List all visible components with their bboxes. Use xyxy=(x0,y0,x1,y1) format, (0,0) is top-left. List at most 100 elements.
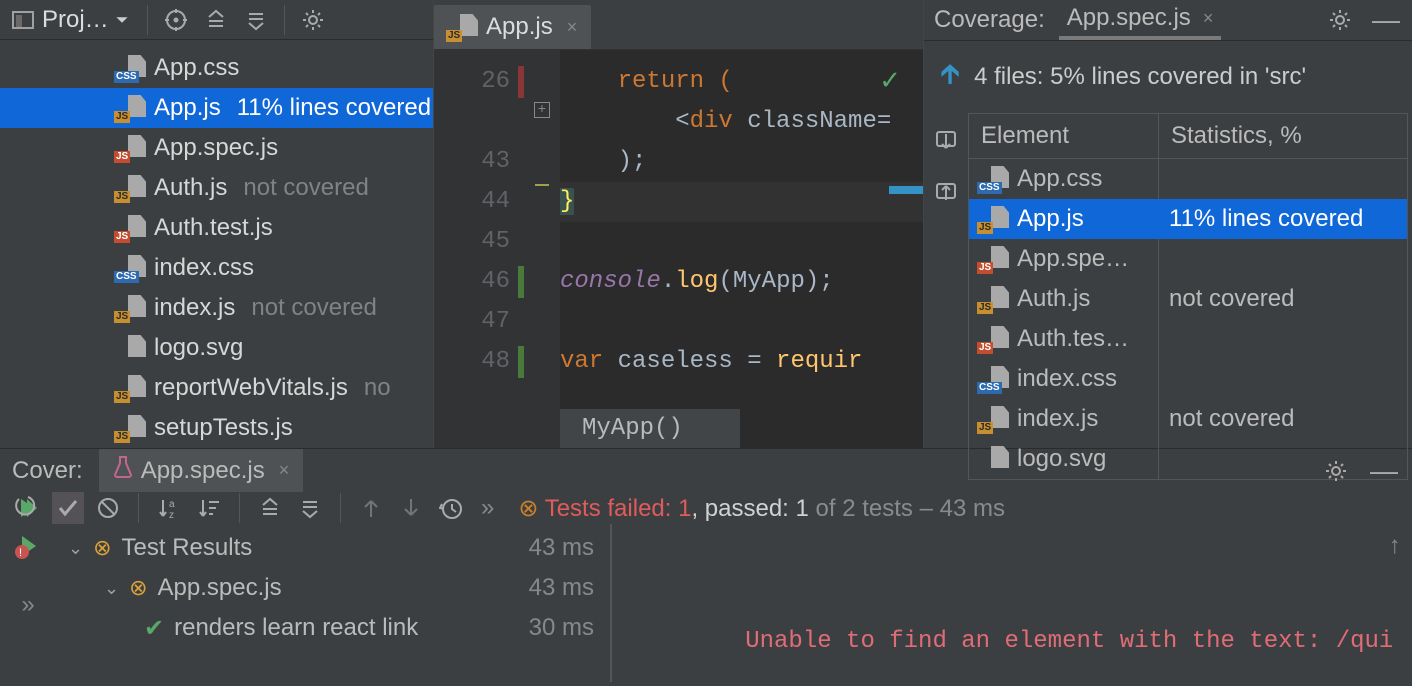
scroll-to-top-icon[interactable]: ↑ xyxy=(1388,534,1402,561)
coverage-table-header: Element Statistics, % xyxy=(969,114,1407,159)
coverage-row[interactable]: JS App.spe… xyxy=(969,239,1407,279)
code-area[interactable]: ✓ return ( <div className= ); } console.… xyxy=(560,50,923,448)
expand-all-icon[interactable] xyxy=(200,4,232,36)
coverage-row[interactable]: CSSApp.css xyxy=(969,159,1407,199)
js-file-icon: JS xyxy=(116,175,146,201)
hide-panel-icon[interactable]: — xyxy=(1370,4,1402,36)
coverage-hint: 11% lines covered xyxy=(237,94,431,122)
tree-item[interactable]: CSS index.css xyxy=(0,248,433,288)
node-label: Test Results xyxy=(122,534,253,562)
js-file-icon: JS xyxy=(448,14,478,40)
editor-body[interactable]: 26 43 44 45 46 47 48 + ✓ return ( <div c… xyxy=(434,50,923,448)
project-selector[interactable]: Proj… xyxy=(6,4,135,36)
coverage-row[interactable]: JSAuth.tes… xyxy=(969,319,1407,359)
test-tree[interactable]: ⌄ ⊗ Test Results 43 ms ⌄ ⊗ App.spec.js 4… xyxy=(56,524,612,682)
editor-tab-label: App.js xyxy=(486,13,553,41)
tree-item[interactable]: JSreportWebVitals.jsno xyxy=(0,368,433,408)
flatten-packages-icon[interactable] xyxy=(930,125,962,157)
editor-panel: JS App.js × 26 43 44 45 46 47 48 + ✓ xyxy=(433,0,924,448)
css-file-icon: CSS xyxy=(116,255,146,281)
next-failed-icon[interactable] xyxy=(395,492,427,524)
fail-status-icon: ⊗ xyxy=(129,575,147,601)
settings-icon[interactable] xyxy=(297,4,329,36)
element-name: App.spe… xyxy=(1017,245,1129,273)
run-config-tab[interactable]: App.spec.js × xyxy=(99,449,304,492)
js-file-icon: JS xyxy=(116,95,146,121)
coverage-title: Coverage: xyxy=(934,6,1045,34)
element-name: Auth.js xyxy=(1017,285,1090,313)
tree-item[interactable]: CSSApp.css xyxy=(0,48,433,88)
element-name: Auth.tes… xyxy=(1017,325,1129,353)
file-name: index.css xyxy=(154,254,254,282)
run-panel-title: Cover: xyxy=(12,457,83,485)
scrollbar-marker[interactable] xyxy=(889,186,923,194)
fold-strip[interactable]: + xyxy=(524,50,560,448)
collapse-all-icon[interactable] xyxy=(240,4,272,36)
show-ignored-icon[interactable] xyxy=(92,492,124,524)
sort-alphabetically-icon[interactable]: az xyxy=(153,492,185,524)
autoscroll-icon[interactable] xyxy=(930,177,962,209)
tree-item[interactable]: JSApp.js11% lines covered xyxy=(0,88,433,128)
coverage-row[interactable]: JSindex.jsnot covered xyxy=(969,399,1407,439)
duration: 30 ms xyxy=(529,614,594,642)
run-tab-bar: Cover: App.spec.js × — xyxy=(0,449,1412,492)
header-element[interactable]: Element xyxy=(969,114,1159,158)
navigate-up-icon[interactable]: 🡱 xyxy=(940,53,960,101)
coverage-suite-tab[interactable]: App.spec.js × xyxy=(1059,0,1222,40)
close-tab-icon[interactable]: × xyxy=(567,17,578,38)
coverage-row[interactable]: JSApp.js11% lines covered xyxy=(969,199,1407,239)
tree-item[interactable]: JS App.spec.js xyxy=(0,128,433,168)
collapse-all-icon[interactable] xyxy=(294,492,326,524)
test-output-console[interactable]: ↑ Unable to find an element with the tex… xyxy=(612,524,1412,682)
coverage-summary-text: 4 files: 5% lines covered in 'src' xyxy=(974,63,1306,91)
svg-text:a: a xyxy=(169,499,175,510)
settings-icon[interactable] xyxy=(1324,4,1356,36)
code-text: return ( xyxy=(560,68,733,95)
inspections-ok-icon[interactable]: ✓ xyxy=(879,66,901,97)
test-results-root[interactable]: ⌄ ⊗ Test Results 43 ms xyxy=(56,528,610,568)
tree-item[interactable]: JSsetupTests.js xyxy=(0,408,433,448)
svg-text:z: z xyxy=(169,510,174,520)
test-history-icon[interactable] xyxy=(435,492,467,524)
element-name: index.js xyxy=(1017,405,1098,433)
coverage-hint: not covered xyxy=(243,174,368,202)
rerun-failed-icon[interactable]: ! xyxy=(14,532,42,567)
fold-expand-icon[interactable]: + xyxy=(534,102,550,118)
run-toolbar: az » ⊗ Tests failed: 1, passed: 1 of 2 t… xyxy=(0,492,1412,524)
tree-item[interactable]: JSindex.jsnot covered xyxy=(0,288,433,328)
header-statistics[interactable]: Statistics, % xyxy=(1159,114,1407,158)
expand-all-icon[interactable] xyxy=(254,492,286,524)
spec-file-icon: JS xyxy=(979,246,1009,272)
element-name: App.js xyxy=(1017,205,1084,233)
editor-tab-app-js[interactable]: JS App.js × xyxy=(434,5,591,49)
tree-item[interactable]: logo.svg xyxy=(0,328,433,368)
sort-by-duration-icon[interactable] xyxy=(193,492,225,524)
pass-status-icon: ✔ xyxy=(144,614,164,643)
coverage-panel: Coverage: App.spec.js × — 🡱 4 files: 5% … xyxy=(924,0,1412,448)
show-passed-toggle[interactable] xyxy=(52,492,84,524)
previous-failed-icon[interactable] xyxy=(355,492,387,524)
editor-tabs: JS App.js × xyxy=(434,0,923,50)
coverage-row[interactable]: CSSindex.css xyxy=(969,359,1407,399)
file-name: App.spec.js xyxy=(154,134,278,162)
select-opened-file-icon[interactable] xyxy=(160,4,192,36)
settings-icon[interactable] xyxy=(1320,455,1352,487)
project-tree[interactable]: CSSApp.cssJSApp.js11% lines coveredJSApp… xyxy=(0,40,433,448)
coverage-table[interactable]: Element Statistics, % CSSApp.cssJSApp.js… xyxy=(968,113,1408,480)
close-icon[interactable]: × xyxy=(279,460,290,481)
flask-icon xyxy=(113,455,133,486)
close-icon[interactable]: × xyxy=(1203,8,1214,29)
rerun-icon[interactable] xyxy=(12,492,44,524)
hide-panel-icon[interactable]: — xyxy=(1368,455,1400,487)
test-case-node[interactable]: ✔ renders learn react link 30 ms xyxy=(56,608,610,648)
coverage-hint: not covered xyxy=(251,294,376,322)
more-icon[interactable]: » xyxy=(481,494,494,522)
coverage-row[interactable]: JSAuth.jsnot covered xyxy=(969,279,1407,319)
line-gutter[interactable]: 26 43 44 45 46 47 48 xyxy=(434,50,524,448)
more-actions-icon[interactable]: » xyxy=(21,591,34,619)
tree-item[interactable]: JSAuth.jsnot covered xyxy=(0,168,433,208)
spec-file-icon: JS xyxy=(116,135,146,161)
coverage-summary-row: 🡱 4 files: 5% lines covered in 'src' xyxy=(924,41,1412,113)
test-suite-node[interactable]: ⌄ ⊗ App.spec.js 43 ms xyxy=(56,568,610,608)
tree-item[interactable]: JSAuth.test.js xyxy=(0,208,433,248)
